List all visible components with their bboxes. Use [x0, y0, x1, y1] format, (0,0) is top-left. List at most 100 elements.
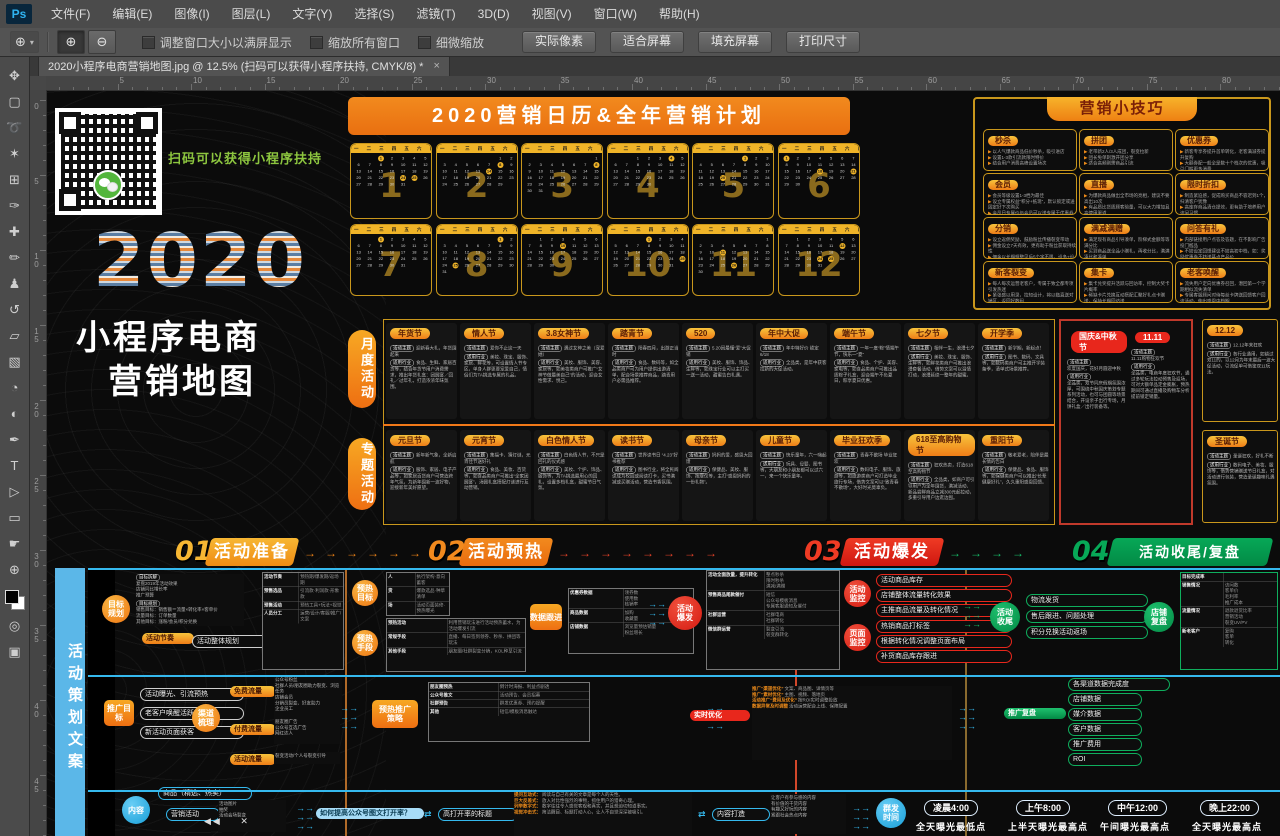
quick-mask[interactable]: ◎ [3, 614, 27, 638]
checkbox-box[interactable] [310, 36, 323, 49]
magic-wand-tool[interactable]: ✶ [3, 142, 27, 166]
menu-item[interactable]: 图层(L) [221, 0, 282, 28]
path-select-tool[interactable]: ▷ [3, 480, 27, 504]
rewind-icon[interactable]: ◀◀ [204, 816, 222, 826]
hand-tool[interactable]: ☛ [3, 532, 27, 556]
flow-pill: 售后跟进、问题处理 [1026, 610, 1148, 623]
ruler-tick [1000, 84, 1001, 90]
healing-brush-tool[interactable]: ✚ [3, 220, 27, 244]
flow-pill: 店铺数据 [1068, 693, 1142, 706]
menu-item[interactable]: 文字(Y) [281, 0, 343, 28]
ruler-tick [88, 87, 89, 90]
ruler-number: 5 [32, 177, 41, 185]
activity-card: 毕业狂欢季活动主题青春不散场 毕业狂欢适用行业数码电子、服饰、旅游等，如旅游类商… [830, 430, 901, 521]
history-brush-tool[interactable]: ↺ [3, 298, 27, 322]
menu-item[interactable]: 视图(V) [521, 0, 583, 28]
pen-tool[interactable]: ✒ [3, 428, 27, 452]
activity-card-title: 端午节 [834, 328, 874, 339]
ruler-tick [43, 445, 46, 446]
ruler-tick [353, 87, 354, 90]
gradient-tool[interactable]: ▧ [3, 350, 27, 374]
ruler-tick [853, 84, 854, 90]
phase-arrows: →→→→ [949, 546, 1067, 560]
menu-item[interactable]: 帮助(H) [648, 0, 711, 28]
zoom-tool[interactable]: ⊕ [3, 558, 27, 582]
calendar-weekday-header: 一二三四五六日 [693, 144, 773, 153]
current-tool-zoom[interactable]: ⊕ ▾ [10, 31, 39, 53]
blur-tool[interactable]: ◔ [3, 376, 27, 400]
flow-node: 群发时间 [876, 798, 906, 828]
calendar-month: 一二三四五六日712345678910111213141516171819202… [350, 224, 432, 296]
options-button[interactable]: 实际像素 [522, 31, 596, 53]
menu-item[interactable]: 选择(S) [343, 0, 405, 28]
ruler-tick [43, 520, 46, 521]
menu-item[interactable]: 3D(D) [467, 0, 521, 28]
ruler-tick [40, 325, 46, 326]
eyedropper-tool[interactable]: ✑ [3, 194, 27, 218]
tip-card: 新客裂变▶每人每次运营老客户，专属于致全都专项引发热迷▶紧张感以用录，拉知设计，… [983, 261, 1077, 303]
menu-item[interactable]: 编辑(E) [101, 0, 163, 28]
option-checkbox[interactable]: 细微缩放 [418, 34, 484, 51]
calendar-month: 一二三四五六日812345678910111213141516171819202… [436, 224, 518, 296]
tip-card: 优惠券▶新客专享券提升首单转化，老客满减券提升复购▶大额券配一般全是数十个档次的… [1175, 129, 1269, 171]
ruler-tick [720, 87, 721, 90]
phase-number: 03 [804, 536, 842, 567]
brush-tool[interactable]: ✏ [3, 246, 27, 270]
ruler-tick [43, 340, 46, 341]
ruler-number: 75 [1149, 76, 1158, 85]
document-tab-title: 2020小程序电商营销地图.jpg @ 12.5% (扫码可以获得小程序扶持, … [48, 58, 423, 74]
flow-arrows: →→ →→ →→ [963, 602, 981, 629]
checkbox-box[interactable] [418, 36, 431, 49]
options-checkboxes: 调整窗口大小以满屏显示 缩放所有窗口 细微缩放 [133, 34, 493, 51]
checkbox-box[interactable] [142, 36, 155, 49]
scan-hint-text: 扫码可以获得小程序扶持 [168, 148, 322, 167]
activity-card-title: 圣诞节 [1207, 436, 1247, 447]
options-button[interactable]: 填充屏幕 [698, 31, 772, 53]
flow-box: 人执行架构·意向蓄客货爆款选品·种草清单场活动页面装修·预热曝光 [386, 572, 450, 616]
ruler-tick [40, 775, 46, 776]
ruler-tick [40, 400, 46, 401]
ruler-number: 35 [32, 627, 41, 643]
eraser-tool[interactable]: ▱ [3, 324, 27, 348]
ruler-tick [43, 145, 46, 146]
ruler-tick [1264, 87, 1265, 90]
schedule-note: 午间曝光最高点 [1100, 820, 1170, 833]
ruler-tick [882, 87, 883, 90]
document-tab[interactable]: 2020小程序电商营销地图.jpg @ 12.5% (扫码可以获得小程序扶持, … [38, 56, 450, 76]
document-canvas[interactable]: 扫码可以获得小程序扶持 2020 小程序电商 营销地图 2020营销日历&全年营… [46, 90, 1280, 836]
option-checkbox[interactable]: 调整窗口大小以满屏显示 [142, 34, 292, 51]
options-button[interactable]: 适合屏幕 [610, 31, 684, 53]
calendar-month: 一二三四五六日612345678910111213141516171819202… [778, 143, 860, 219]
calendar-weekday-header: 一二三四五六日 [779, 225, 859, 234]
calendar-weekday-header: 一二三四五六日 [522, 225, 602, 234]
playback-controls[interactable]: ◀◀ ✕ [204, 816, 250, 827]
options-button[interactable]: 打印尺寸 [786, 31, 860, 53]
qr-code [55, 108, 162, 215]
ruler-tick [43, 730, 46, 731]
flow-node: 活动收尾 [990, 602, 1020, 632]
ruler-tick [323, 87, 324, 90]
zoom-in-button[interactable]: ⊕ [57, 30, 85, 54]
marquee-tool[interactable]: ▢ [3, 90, 27, 114]
ruler-tick [750, 87, 751, 90]
screen-mode[interactable]: ▣ [3, 640, 27, 664]
close-icon[interactable]: ✕ [240, 816, 250, 826]
option-checkbox[interactable]: 缩放所有窗口 [310, 34, 400, 51]
close-icon[interactable]: × [433, 60, 439, 72]
clone-stamp-tool[interactable]: ♟ [3, 272, 27, 296]
type-tool[interactable]: T [3, 454, 27, 478]
menu-item[interactable]: 文件(F) [40, 0, 101, 28]
move-tool[interactable]: ✥ [3, 64, 27, 88]
flow-phase-divider [345, 568, 347, 836]
crop-tool[interactable]: ⊞ [3, 168, 27, 192]
shape-tool[interactable]: ▭ [3, 506, 27, 530]
lasso-tool[interactable]: ➰ [3, 116, 27, 140]
menu-item[interactable]: 窗口(W) [583, 0, 648, 28]
phase-banner: 活动爆发 [843, 538, 941, 566]
color-swatches[interactable] [5, 590, 25, 610]
foreground-color-swatch[interactable] [5, 590, 19, 604]
zoom-out-button[interactable]: ⊖ [88, 30, 116, 54]
menu-item[interactable]: 滤镜(T) [405, 0, 466, 28]
menu-item[interactable]: 图像(I) [163, 0, 220, 28]
dodge-tool[interactable]: ◐ [3, 402, 27, 426]
